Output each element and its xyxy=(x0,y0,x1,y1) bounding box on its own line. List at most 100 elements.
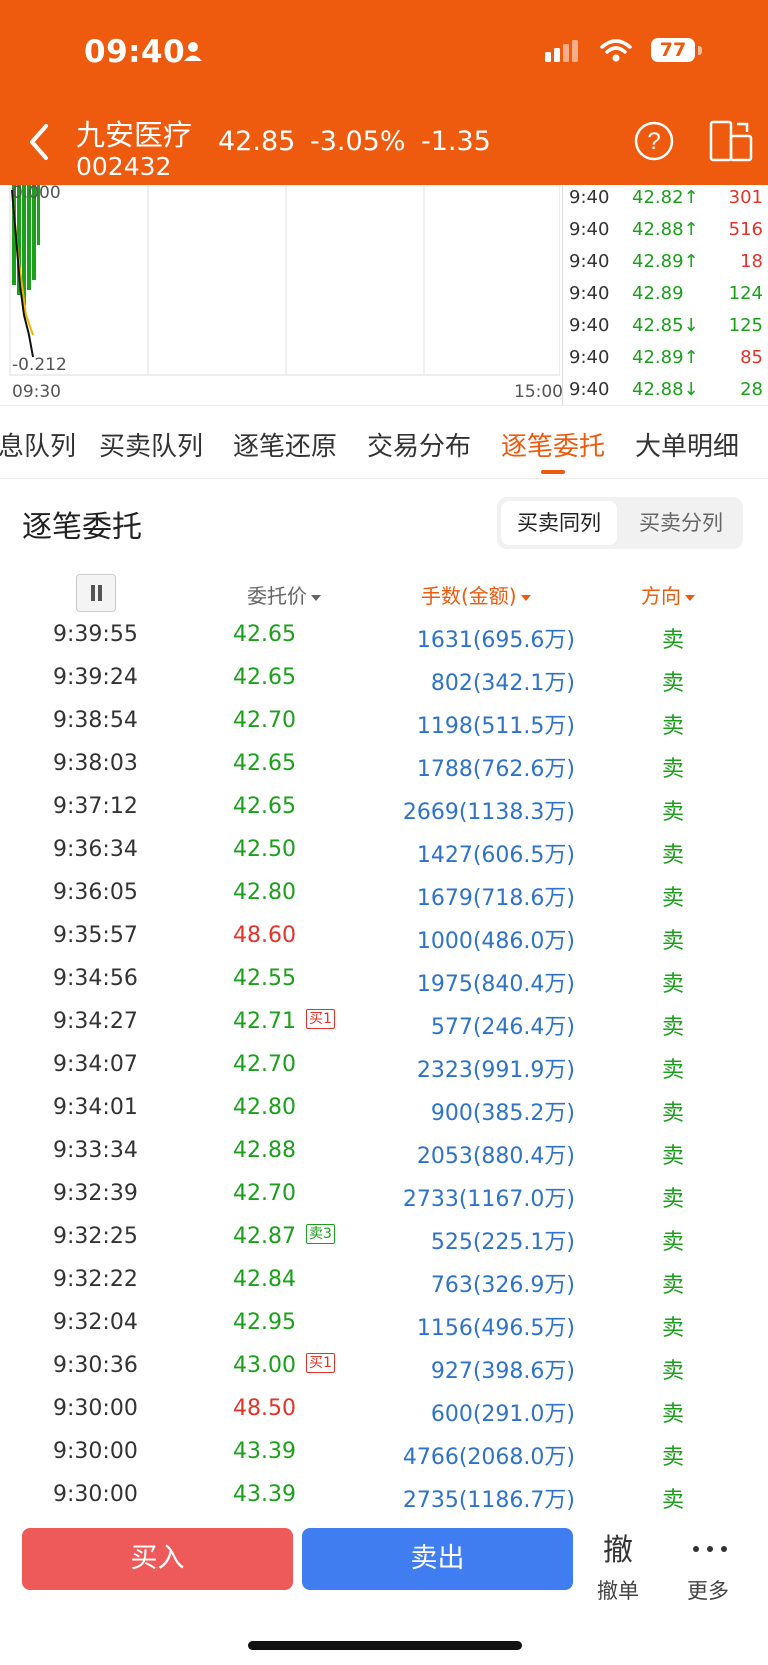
order-price: 48.50 xyxy=(233,1396,296,1421)
order-direction: 卖 xyxy=(662,1101,685,1126)
order-time: 9:36:34 xyxy=(53,837,138,862)
order-direction: 卖 xyxy=(662,1316,685,1341)
order-direction: 卖 xyxy=(662,1058,685,1083)
tab-info-queue[interactable]: 息队列 xyxy=(0,426,76,463)
svg-text:?: ? xyxy=(647,128,660,155)
tick-row: 9:40 42.88↑ 516 xyxy=(569,219,763,240)
order-direction: 卖 xyxy=(662,1359,685,1384)
order-row[interactable]: 9:34:07 42.70 2323(991.9万) 卖 xyxy=(0,1052,768,1095)
order-price: 42.87 xyxy=(233,1224,296,1249)
order-row[interactable]: 9:35:57 48.60 1000(486.0万) 卖 xyxy=(0,923,768,966)
segment-same-column[interactable]: 买卖同列 xyxy=(501,501,617,545)
order-amount: 900(385.2万) xyxy=(430,1101,575,1126)
detail-tabs: 息队列 买卖队列 逐笔还原 交易分布 逐笔委托 大单明细 xyxy=(0,405,768,479)
order-row[interactable]: 9:38:03 42.65 1788(762.6万) 卖 xyxy=(0,751,768,794)
buy-button[interactable]: 买入 xyxy=(22,1528,293,1590)
order-direction: 卖 xyxy=(662,1015,685,1040)
order-direction: 卖 xyxy=(662,1144,685,1169)
more-label[interactable]: 更多 xyxy=(687,1575,729,1605)
stock-price: 42.85 xyxy=(218,126,296,157)
layout-segmented-control: 买卖同列 买卖分列 xyxy=(497,497,743,549)
wifi-icon xyxy=(600,39,632,62)
order-row[interactable]: 9:37:12 42.65 2669(1138.3万) 卖 xyxy=(0,794,768,837)
order-price: 42.65 xyxy=(233,751,296,776)
tick-row: 9:40 42.89 124 xyxy=(569,283,763,304)
cancel-order-icon[interactable]: 撤 xyxy=(603,1525,633,1569)
back-chevron-icon[interactable] xyxy=(24,122,54,162)
order-direction: 卖 xyxy=(662,843,685,868)
cellular-signal-icon xyxy=(545,40,578,62)
order-row[interactable]: 9:32:22 42.84 763(326.9万) 卖 xyxy=(0,1267,768,1310)
order-row[interactable]: 9:32:04 42.95 1156(496.5万) 卖 xyxy=(0,1310,768,1353)
order-price: 42.65 xyxy=(233,794,296,819)
segment-split-column[interactable]: 买卖分列 xyxy=(623,501,739,545)
order-level-badge: 买1 xyxy=(306,1353,335,1373)
order-amount: 927(398.6万) xyxy=(430,1359,575,1384)
tick-list: 9:40 42.82↑ 301 9:40 42.88↑ 516 9:40 42.89↑ 18… xyxy=(562,185,768,405)
order-level-badge: 买1 xyxy=(306,1009,335,1029)
order-price: 42.88 xyxy=(233,1138,296,1163)
order-row[interactable]: 9:32:25 42.87 卖3 525(225.1万) 卖 xyxy=(0,1224,768,1267)
order-direction: 卖 xyxy=(662,1230,685,1255)
order-time: 9:35:57 xyxy=(53,923,138,948)
order-price: 43.39 xyxy=(233,1439,296,1464)
order-time: 9:34:07 xyxy=(53,1052,138,1077)
order-price: 42.55 xyxy=(233,966,296,991)
order-time: 9:39:55 xyxy=(53,622,138,647)
order-amount: 763(326.9万) xyxy=(430,1273,575,1298)
order-row[interactable]: 9:30:00 48.50 600(291.0万) 卖 xyxy=(0,1396,768,1439)
order-time: 9:37:12 xyxy=(53,794,138,819)
order-row[interactable]: 9:34:27 42.71 买1 577(246.4万) 卖 xyxy=(0,1009,768,1052)
order-amount: 1788(762.6万) xyxy=(416,757,575,782)
order-row[interactable]: 9:39:24 42.65 802(342.1万) 卖 xyxy=(0,665,768,708)
pause-button[interactable] xyxy=(76,574,116,612)
battery-tip xyxy=(698,46,702,55)
chart-top-label: 0.000 xyxy=(12,183,61,203)
tab-large-orders[interactable]: 大单明细 xyxy=(635,426,739,463)
order-row[interactable]: 9:30:36 43.00 买1 927(398.6万) 卖 xyxy=(0,1353,768,1396)
order-time: 9:32:22 xyxy=(53,1267,138,1292)
column-direction-header[interactable]: 方向 xyxy=(641,580,695,609)
more-dots-icon[interactable] xyxy=(690,1545,730,1553)
help-icon[interactable]: ? xyxy=(634,121,674,161)
order-row[interactable]: 9:34:56 42.55 1975(840.4万) 卖 xyxy=(0,966,768,1009)
column-amount-header[interactable]: 手数(金额) xyxy=(421,580,531,609)
section-title: 逐笔委托 xyxy=(22,510,142,545)
order-direction: 卖 xyxy=(662,800,685,825)
pause-icon-bar xyxy=(91,585,95,601)
order-price: 42.65 xyxy=(233,622,296,647)
order-row[interactable]: 9:32:39 42.70 2733(1167.0万) 卖 xyxy=(0,1181,768,1224)
order-amount: 1000(486.0万) xyxy=(416,929,575,954)
order-price: 43.00 xyxy=(233,1353,296,1378)
tab-order-by-order[interactable]: 逐笔委托 xyxy=(501,426,605,463)
order-row[interactable]: 9:38:54 42.70 1198(511.5万) 卖 xyxy=(0,708,768,751)
column-price-header[interactable]: 委托价 xyxy=(247,580,321,609)
order-amount: 1975(840.4万) xyxy=(416,972,575,997)
sort-caret-icon xyxy=(685,594,695,601)
order-row[interactable]: 9:39:55 42.65 1631(695.6万) 卖 xyxy=(0,622,768,665)
intraday-chart[interactable]: 0.000 -0.212 09:30 15:00 xyxy=(0,183,563,405)
order-price: 42.70 xyxy=(233,708,296,733)
order-time: 9:34:01 xyxy=(53,1095,138,1120)
order-time: 9:36:05 xyxy=(53,880,138,905)
order-row[interactable]: 9:36:05 42.80 1679(718.6万) 卖 xyxy=(0,880,768,923)
tab-trade-distribution[interactable]: 交易分布 xyxy=(367,426,471,463)
order-row[interactable]: 9:30:00 43.39 4766(2068.0万) 卖 xyxy=(0,1439,768,1482)
battery-level: 77 xyxy=(659,39,687,61)
sell-button[interactable]: 卖出 xyxy=(302,1528,573,1590)
tick-row: 9:40 42.82↑ 301 xyxy=(569,187,763,208)
stock-code: 002432 xyxy=(76,152,172,181)
cancel-order-label[interactable]: 撤单 xyxy=(597,1575,639,1605)
landscape-toggle-icon[interactable] xyxy=(707,120,753,162)
tab-bid-ask-queue[interactable]: 买卖队列 xyxy=(99,426,203,463)
order-row[interactable]: 9:33:34 42.88 2053(880.4万) 卖 xyxy=(0,1138,768,1181)
column-price-label: 委托价 xyxy=(247,584,307,608)
order-amount: 2053(880.4万) xyxy=(416,1144,575,1169)
order-row[interactable]: 9:36:34 42.50 1427(606.5万) 卖 xyxy=(0,837,768,880)
order-price: 42.70 xyxy=(233,1181,296,1206)
chart-bottom-label: -0.212 xyxy=(12,355,67,375)
order-amount: 577(246.4万) xyxy=(430,1015,575,1040)
order-row[interactable]: 9:34:01 42.80 900(385.2万) 卖 xyxy=(0,1095,768,1138)
tab-trade-restore[interactable]: 逐笔还原 xyxy=(233,426,337,463)
sort-caret-icon xyxy=(520,594,531,601)
